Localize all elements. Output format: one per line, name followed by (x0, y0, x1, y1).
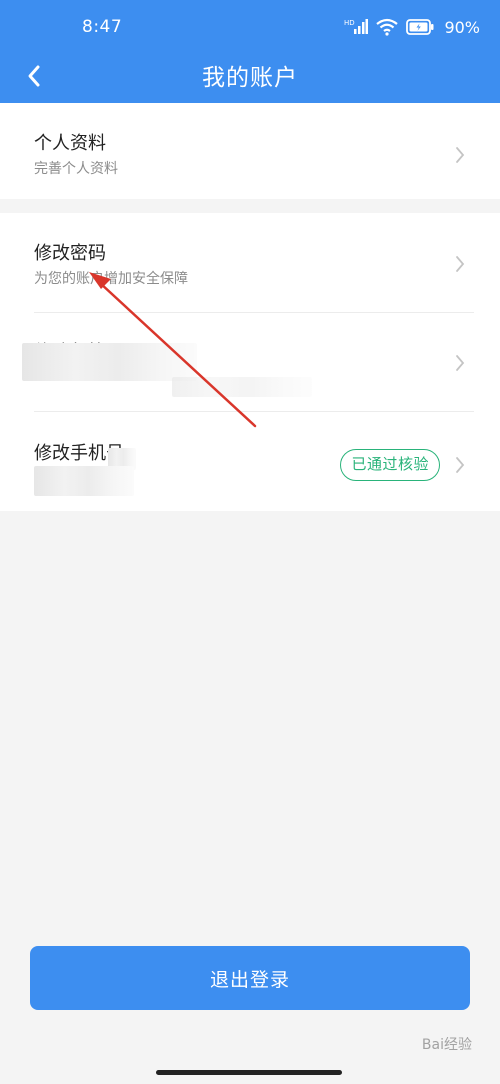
battery-level: 90% (444, 17, 480, 37)
redacted-email (22, 343, 197, 381)
wifi-icon (376, 18, 399, 36)
profile-row[interactable]: 个人资料 完善个人资料 (0, 103, 500, 199)
change-password-subtitle: 为您的账户增加安全保障 (34, 271, 188, 287)
redacted-phone (34, 466, 134, 496)
status-icons: HD 90% (344, 15, 480, 39)
change-phone-row[interactable]: 修改手机号 已通过核验 (0, 412, 500, 511)
page-title: 我的账户 (202, 65, 298, 91)
security-section: 修改密码 为您的账户增加安全保障 修改邮箱 修改手机号 已通过核验 (0, 213, 500, 511)
profile-section: 个人资料 完善个人资料 (0, 103, 500, 199)
change-password-row[interactable]: 修改密码 为您的账户增加安全保障 (0, 213, 500, 312)
status-time: 8:47 (82, 17, 123, 37)
signal-icon: HD (344, 19, 369, 34)
logout-label: 退出登录 (209, 968, 290, 991)
title-bar: 我的账户 (0, 52, 500, 103)
app-header: 8:47 HD 90% 我的账户 (0, 0, 500, 103)
redacted-email-extra (172, 377, 312, 397)
status-bar: 8:47 HD 90% (0, 0, 500, 52)
logout-button[interactable]: 退出登录 (30, 946, 470, 1010)
battery-icon (406, 19, 434, 35)
chevron-right-icon (456, 457, 465, 473)
chevron-right-icon (456, 256, 465, 272)
change-email-row[interactable]: 修改邮箱 (0, 313, 500, 411)
network-label: HD (344, 19, 355, 27)
home-indicator (156, 1070, 342, 1075)
chevron-right-icon (456, 355, 465, 371)
profile-title: 个人资料 (34, 133, 106, 154)
profile-subtitle: 完善个人资料 (34, 161, 118, 177)
change-password-title: 修改密码 (34, 243, 106, 264)
my-account-screen: 8:47 HD 90% 我的账户 个人资料 完善个人资料 修改密码 为您的账户增… (0, 0, 500, 1084)
watermark: Bai经验 (421, 1037, 472, 1053)
verified-badge: 已通过核验 (340, 449, 440, 481)
chevron-right-icon (456, 147, 465, 163)
